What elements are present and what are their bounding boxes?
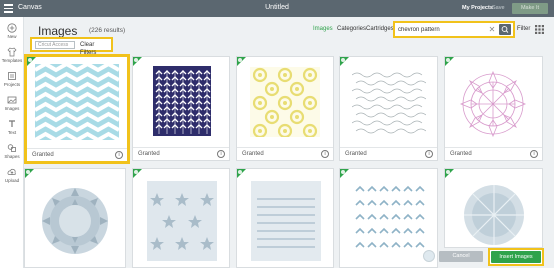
- info-icon[interactable]: i: [530, 150, 538, 158]
- image-card-chevron[interactable]: Granted i: [24, 54, 130, 164]
- burst-pattern-thumbnail: [459, 70, 527, 138]
- top-bar: Canvas Untitled My Projects Save Make It: [0, 0, 554, 17]
- rail-label: Projects: [3, 82, 21, 87]
- rail-shapes[interactable]: Shapes: [0, 143, 24, 159]
- rail-text[interactable]: Text: [0, 119, 24, 135]
- stars-pattern-thumbnail: [147, 181, 217, 261]
- rail-upload[interactable]: Upload: [0, 167, 24, 183]
- search-box: ✕: [393, 21, 515, 38]
- access-flag-icon: [25, 169, 34, 178]
- image-card-stars[interactable]: [132, 168, 230, 268]
- search-icon: [501, 26, 509, 33]
- active-filters: Cricut Access Clear Filters: [30, 37, 113, 56]
- footer-actions: Cancel Insert Images: [400, 248, 554, 268]
- search-button[interactable]: [499, 24, 511, 35]
- search-input[interactable]: [398, 25, 485, 35]
- left-rail: New Templates Projects Images Text Shape…: [0, 17, 24, 268]
- grid-view-icon[interactable]: [535, 25, 544, 34]
- rail-projects[interactable]: Projects: [0, 71, 24, 87]
- herringbone-pattern-thumbnail: [153, 66, 211, 136]
- image-card-herringbone[interactable]: Granted i: [132, 56, 230, 161]
- image-card-waves[interactable]: Granted i: [339, 56, 438, 161]
- info-icon[interactable]: i: [217, 150, 225, 158]
- card-status: Granted: [32, 152, 54, 158]
- rail-label: New: [7, 34, 17, 39]
- card-status: Granted: [138, 151, 160, 157]
- card-status: Granted: [345, 151, 367, 157]
- circles-pattern-thumbnail: [250, 67, 320, 137]
- card-footer: Granted i: [133, 147, 229, 160]
- image-card-sphere[interactable]: [444, 168, 543, 248]
- save-link[interactable]: Save: [492, 5, 505, 11]
- access-flag-icon: [445, 169, 454, 178]
- lines-pattern-thumbnail: [251, 181, 321, 261]
- image-card-circles[interactable]: Granted i: [236, 56, 334, 161]
- shirt-icon: [7, 47, 17, 57]
- filter-button[interactable]: Filter: [517, 26, 530, 32]
- rail-templates[interactable]: Templates: [0, 47, 24, 63]
- rail-label: Images: [4, 106, 20, 111]
- rail-label: Text: [7, 130, 17, 135]
- projects-icon: [8, 72, 16, 80]
- filter-chip-cricut-access[interactable]: Cricut Access: [35, 41, 75, 49]
- card-footer: Granted i: [237, 147, 333, 160]
- waves-pattern-thumbnail: [352, 72, 426, 134]
- access-flag-icon: [445, 57, 454, 66]
- info-icon[interactable]: i: [425, 150, 433, 158]
- my-projects-link[interactable]: My Projects: [462, 5, 493, 11]
- image-icon: [7, 96, 17, 104]
- upload-icon: [7, 168, 16, 175]
- cancel-button[interactable]: Cancel: [439, 251, 483, 262]
- access-flag-icon: [237, 57, 246, 66]
- clear-search-icon[interactable]: ✕: [487, 24, 497, 35]
- tab-images[interactable]: Images: [313, 26, 333, 32]
- image-card-burst[interactable]: Granted i: [444, 56, 543, 161]
- tab-categories[interactable]: Categories: [337, 26, 366, 32]
- rail-label: Upload: [4, 178, 20, 183]
- card-status: Granted: [450, 151, 472, 157]
- color-swatch[interactable]: [423, 250, 435, 262]
- card-status: Granted: [242, 151, 264, 157]
- card-footer: Granted i: [445, 147, 542, 160]
- info-icon[interactable]: i: [115, 151, 123, 159]
- result-count: (226 results): [89, 27, 126, 34]
- access-flag-icon: [340, 169, 349, 178]
- text-icon: [9, 120, 15, 127]
- card-footer: Granted i: [340, 147, 437, 160]
- chevron-pattern-thumbnail: [35, 64, 119, 140]
- image-card-lines[interactable]: [236, 168, 334, 268]
- info-icon[interactable]: i: [321, 150, 329, 158]
- dome-pattern-thumbnail: [42, 188, 108, 254]
- page-title: Images: [38, 24, 78, 38]
- make-it-button[interactable]: Make It: [512, 3, 548, 14]
- rail-new[interactable]: New: [0, 23, 24, 39]
- shapes-icon: [7, 144, 16, 152]
- sphere-pattern-thumbnail: [464, 185, 524, 245]
- access-flag-icon: [133, 57, 142, 66]
- rail-images[interactable]: Images: [0, 95, 24, 111]
- tab-cartridges[interactable]: Cartridges: [366, 26, 394, 32]
- card-footer: Granted i: [27, 148, 127, 161]
- rail-label: Templates: [1, 58, 23, 63]
- access-flag-icon: [133, 169, 142, 178]
- insert-images-button[interactable]: Insert Images: [491, 251, 541, 263]
- insert-highlight: Insert Images: [488, 248, 544, 266]
- plus-icon: [7, 23, 17, 33]
- access-flag-icon: [340, 57, 349, 66]
- access-flag-icon: [237, 169, 246, 178]
- rail-label: Shapes: [4, 154, 20, 159]
- image-card-dome[interactable]: [24, 168, 126, 268]
